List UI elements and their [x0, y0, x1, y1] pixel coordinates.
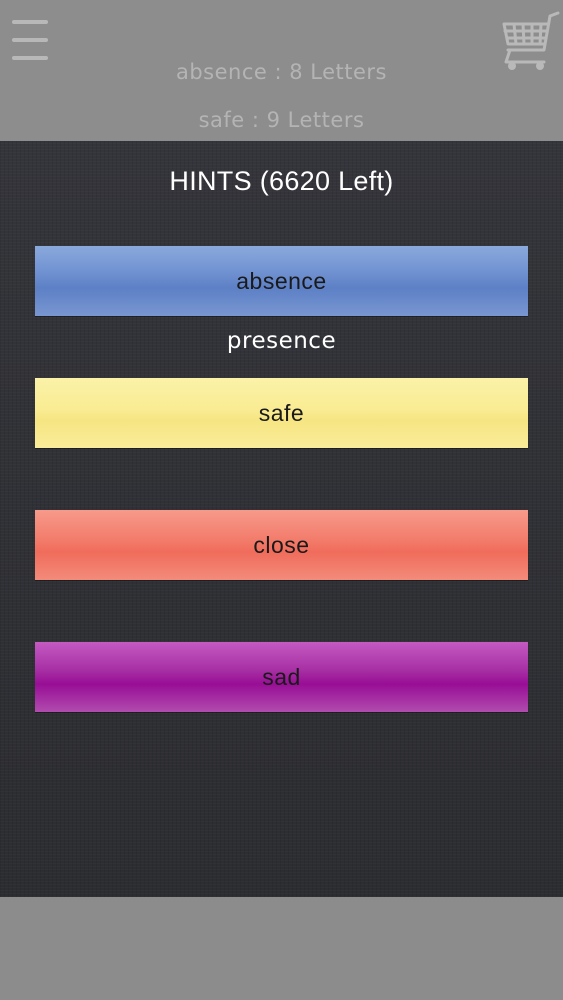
bottom-area — [0, 897, 563, 1000]
hint-button-sad[interactable]: sad — [35, 642, 528, 712]
menu-icon[interactable] — [12, 18, 48, 62]
word-hint-line: absence : 8 Letters — [175, 60, 387, 84]
modal-title: HINTS (6620 Left) — [169, 166, 394, 196]
top-bar: absence : 8 Letters safe : 9 Letters — [0, 0, 563, 141]
revealed-answer: presence — [226, 328, 337, 354]
word-hint-line: safe : 9 Letters — [198, 108, 365, 132]
hint-button-close[interactable]: close — [35, 510, 528, 580]
hints-modal: HINTS (6620 Left) absence presence safe … — [0, 141, 563, 897]
hint-button-absence[interactable]: absence — [35, 246, 528, 316]
hint-button-safe[interactable]: safe — [35, 378, 528, 448]
